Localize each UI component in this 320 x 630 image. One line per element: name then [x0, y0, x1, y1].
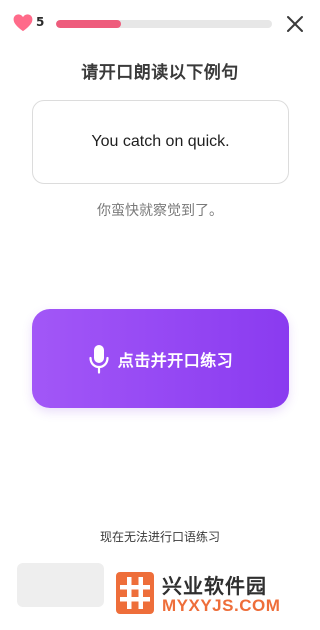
lives-count: 5 [36, 15, 45, 29]
speak-practice-button[interactable]: 点击并开口练习 [32, 309, 289, 408]
close-icon[interactable] [284, 13, 306, 35]
sentence-translation: 你蛮快就察觉到了。 [97, 203, 223, 219]
sentence-card: You catch on quick. [32, 100, 289, 184]
lesson-progress-bar [56, 20, 272, 28]
watermark-title: 兴业软件园 [162, 574, 267, 598]
heart-icon [13, 14, 33, 32]
top-bar: 5 [0, 0, 320, 48]
lesson-progress-fill [56, 20, 121, 28]
watermark-logo-icon [116, 572, 154, 614]
cannot-speak-now-link[interactable]: 现在无法进行口语练习 [0, 528, 320, 545]
example-sentence: You catch on quick. [91, 133, 230, 150]
prompt-title: 请开口朗读以下例句 [81, 63, 239, 83]
microphone-icon [89, 344, 109, 374]
watermark: 兴业软件园 MYXYJS.COM [116, 570, 316, 620]
watermark-url: MYXYJS.COM [162, 596, 281, 615]
secondary-button[interactable] [17, 563, 104, 607]
speak-practice-label: 点击并开口练习 [117, 350, 234, 370]
